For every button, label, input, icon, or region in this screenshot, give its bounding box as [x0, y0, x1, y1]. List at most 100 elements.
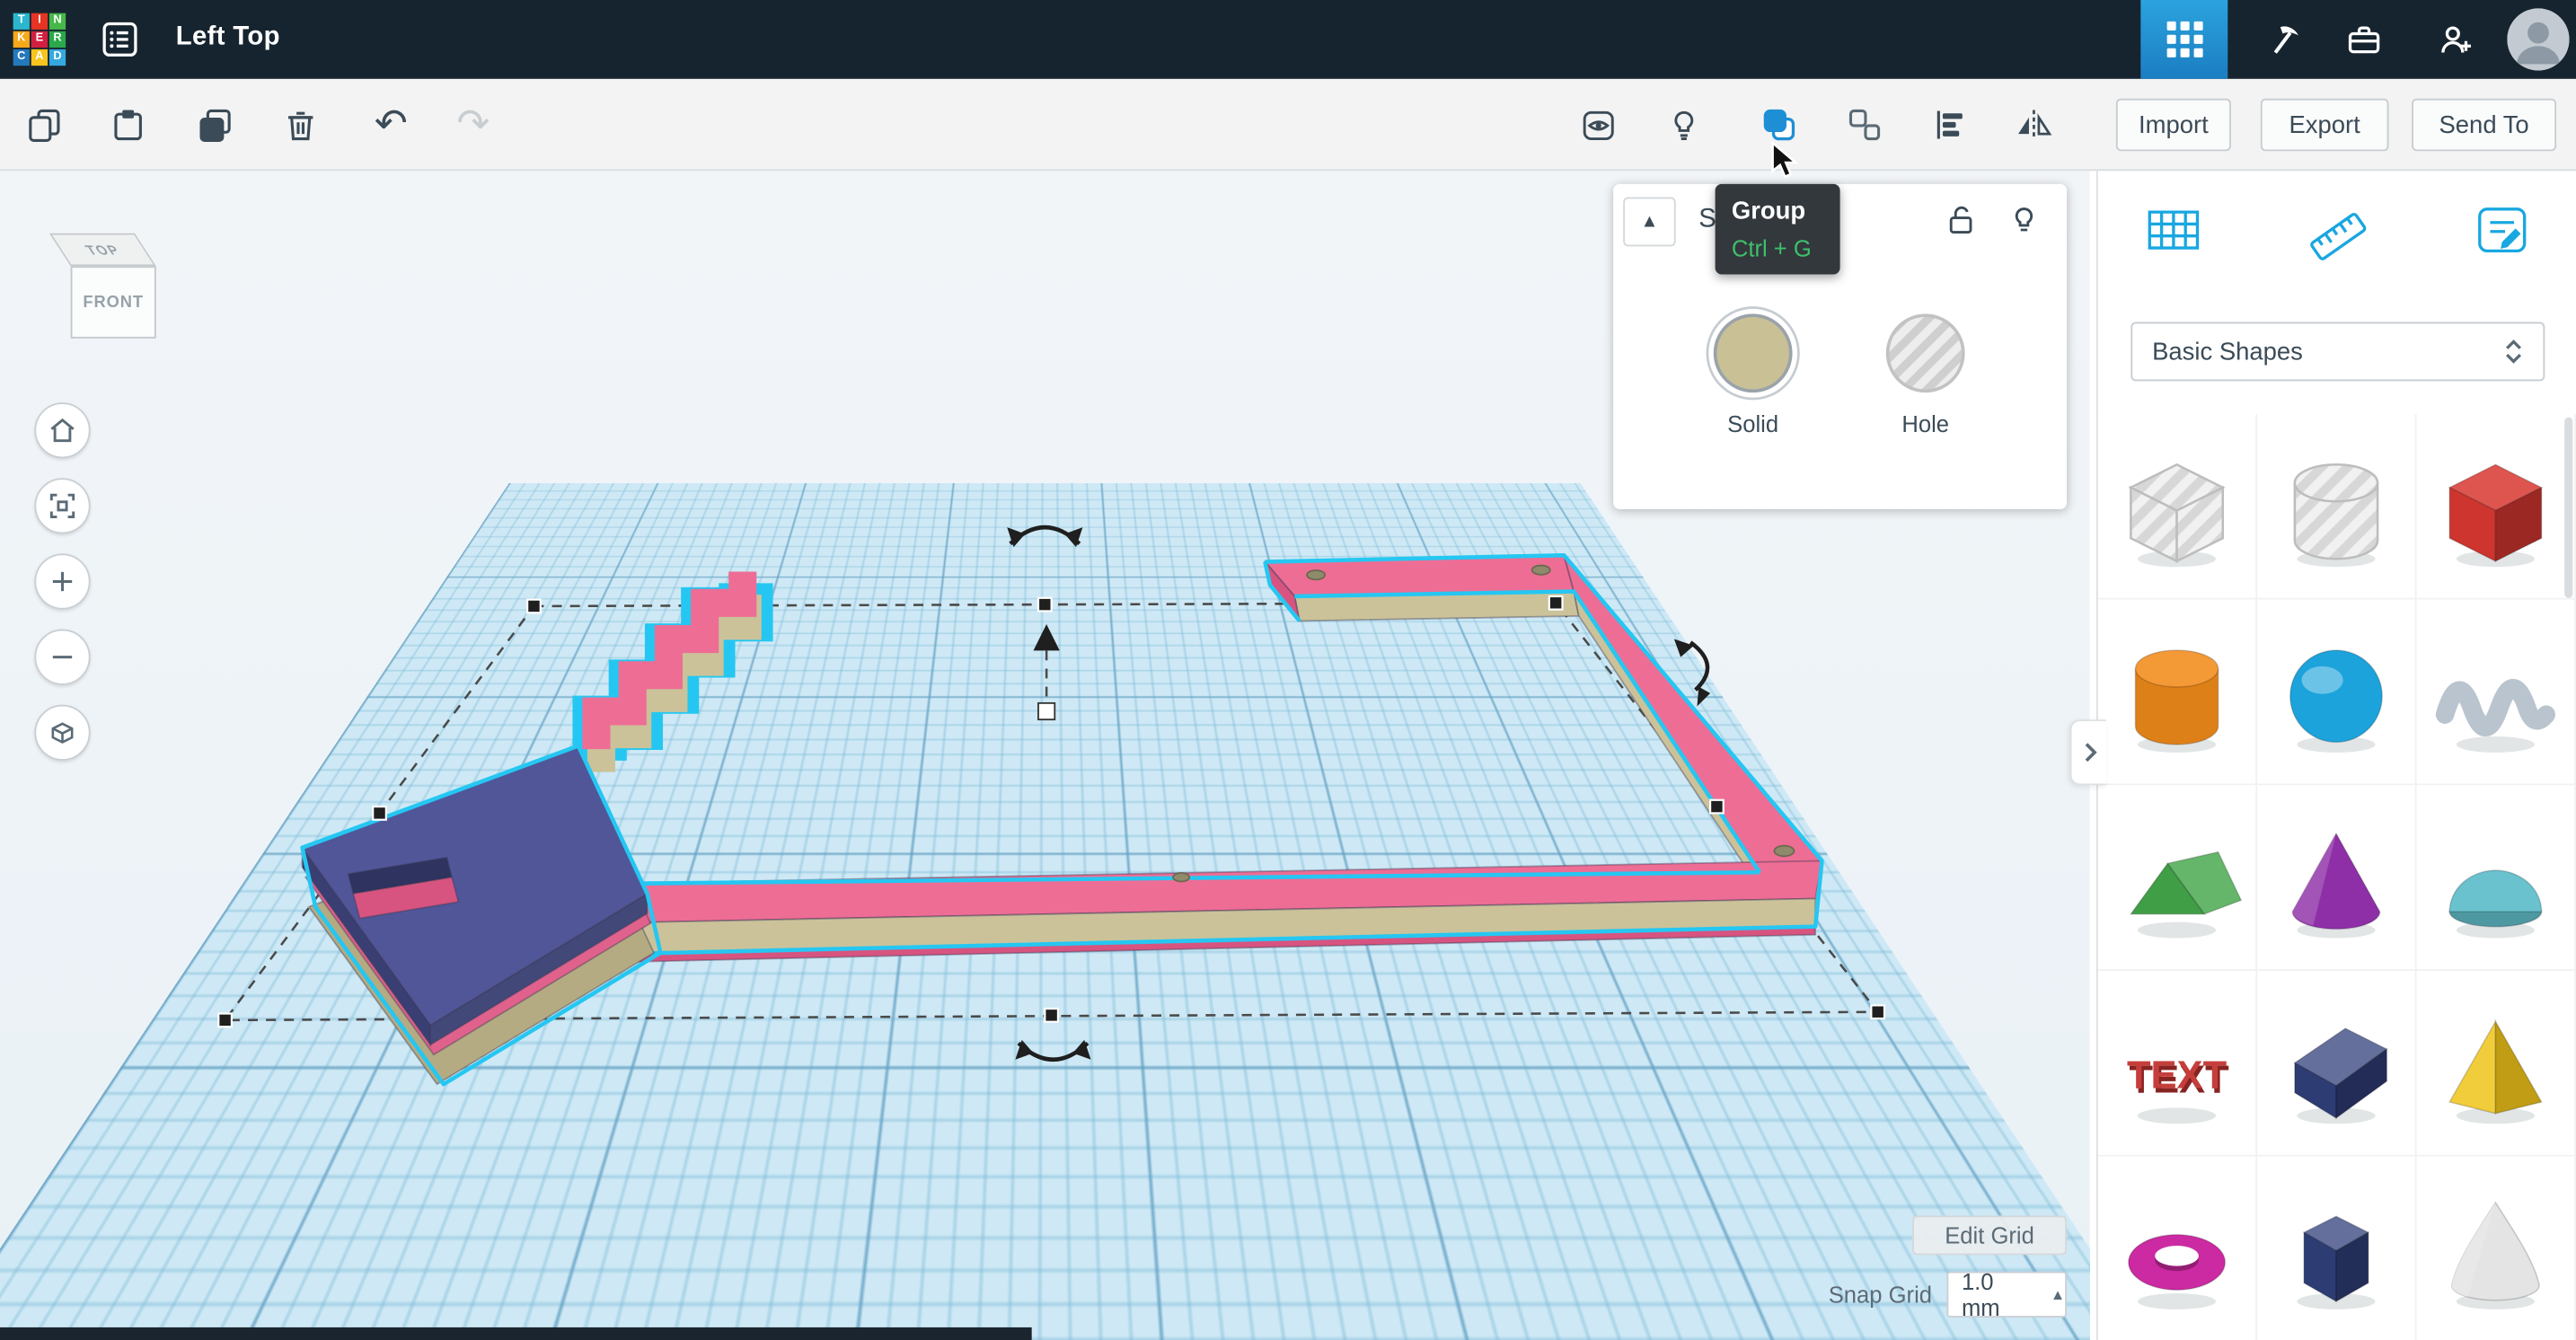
3d-model[interactable] — [303, 555, 1822, 1084]
shape-category-value: Basic Shapes — [2152, 338, 2303, 366]
shape-cylinder-hole[interactable] — [2257, 414, 2416, 600]
mirror-button[interactable] — [2001, 92, 2067, 157]
inspector-collapse-button[interactable]: ▲ — [1623, 197, 1676, 246]
collapse-panel-button[interactable] — [2070, 719, 2106, 785]
shape-wedge[interactable] — [2257, 971, 2416, 1157]
export-button[interactable]: Export — [2261, 99, 2389, 152]
design-properties-icon — [101, 20, 140, 59]
show-all-button[interactable] — [1651, 92, 1716, 157]
polygon-icon — [2267, 1179, 2405, 1318]
logo-letter: C — [13, 49, 30, 66]
view-cube-top-face[interactable]: TOP — [49, 234, 156, 267]
tinkercad-logo[interactable]: TINKERCAD — [13, 13, 66, 66]
work-button[interactable] — [2342, 20, 2386, 63]
logo-letter: K — [13, 31, 30, 48]
torus-icon — [2108, 1179, 2246, 1318]
solid-swatch[interactable] — [1714, 313, 1793, 392]
view-cube[interactable]: TOP FRONT — [54, 214, 182, 352]
shape-torus[interactable] — [2098, 1157, 2257, 1340]
paste-button[interactable] — [95, 92, 161, 157]
shape-polygon[interactable] — [2257, 1157, 2416, 1340]
sphere-icon — [2267, 622, 2405, 761]
logo-letter: N — [49, 13, 66, 30]
shape-half-sphere[interactable] — [2417, 785, 2576, 971]
home-view-button[interactable] — [34, 402, 90, 458]
paraboloid-icon — [2427, 1179, 2565, 1318]
ruler-tool-button[interactable] — [2298, 190, 2378, 269]
tinker-pickaxe-button[interactable] — [2263, 20, 2307, 63]
logo-letter: I — [31, 13, 48, 30]
hide-selected-button[interactable] — [1566, 92, 1631, 157]
redo-button[interactable]: ↷ — [440, 92, 506, 157]
shape-cone[interactable] — [2257, 785, 2416, 971]
shape-category-dropdown[interactable]: Basic Shapes — [2130, 322, 2545, 382]
snap-grid-value: 1.0 mm — [1962, 1268, 2037, 1321]
invite-button[interactable] — [2435, 20, 2478, 63]
zoom-in-icon — [46, 565, 79, 598]
view-cube-front-face[interactable]: FRONT — [71, 266, 156, 338]
eye-badge-icon — [1579, 105, 1619, 145]
redo-icon: ↷ — [440, 92, 506, 157]
design-properties-button[interactable] — [99, 20, 142, 63]
roof-icon — [2108, 808, 2246, 947]
shape-sphere[interactable] — [2257, 600, 2416, 786]
tinkercad-app: TINKERCAD Left Top — [0, 0, 2576, 1340]
copy-button[interactable] — [12, 92, 77, 157]
svg-text:TEXT: TEXT — [2127, 1054, 2228, 1098]
workplane-tool-button[interactable] — [2134, 190, 2213, 269]
cone-icon — [2267, 808, 2405, 947]
snap-grid-dropdown[interactable]: 1.0 mm ▲ — [1946, 1272, 2067, 1318]
send-to-button[interactable]: Send To — [2412, 99, 2556, 152]
notes-icon — [2469, 197, 2535, 262]
undo-button[interactable]: ↶ — [358, 92, 424, 157]
box-hole-icon — [2108, 437, 2246, 576]
duplicate-button[interactable] — [182, 92, 248, 157]
trash-icon — [281, 105, 321, 145]
shape-scribble[interactable] — [2417, 600, 2576, 786]
tooltip-shortcut: Ctrl + G — [1732, 235, 1823, 261]
hole-swatch[interactable] — [1886, 313, 1965, 392]
logo-letter: D — [49, 49, 66, 66]
visibility-bulb-button[interactable] — [2005, 202, 2044, 242]
group-icon — [1760, 105, 1799, 145]
model-purple-piece — [303, 745, 661, 1084]
logo-letter: R — [49, 31, 66, 48]
align-icon — [1930, 105, 1970, 145]
shape-box[interactable] — [2417, 414, 2576, 600]
shape-grid: TEXTTEXT — [2098, 414, 2576, 1340]
shape-box-hole[interactable] — [2098, 414, 2257, 600]
perspective-toggle-button[interactable] — [34, 705, 90, 761]
logo-letter: T — [13, 13, 30, 30]
lightbulb-icon — [2006, 202, 2042, 238]
dashboard-grid-button[interactable] — [2140, 0, 2228, 79]
avatar[interactable] — [2507, 8, 2570, 71]
ungroup-button[interactable] — [1831, 92, 1897, 157]
align-button[interactable] — [1918, 92, 1983, 157]
person-plus-icon — [2437, 20, 2476, 59]
notes-tool-button[interactable] — [2463, 190, 2542, 269]
shape-text[interactable]: TEXTTEXT — [2098, 971, 2257, 1157]
shapes-panel: Basic Shapes TEXTTEXT — [2096, 171, 2576, 1340]
import-button[interactable]: Import — [2116, 99, 2231, 152]
zoom-out-icon — [46, 640, 79, 674]
zoom-in-button[interactable] — [34, 553, 90, 609]
tooltip-title: Group — [1732, 197, 1823, 225]
copy-icon — [24, 105, 64, 145]
half-sphere-icon — [2427, 808, 2565, 947]
mirror-icon — [2014, 105, 2053, 145]
duplicate-icon — [196, 105, 235, 145]
home-icon — [46, 414, 79, 447]
chevron-right-icon — [2081, 741, 2097, 764]
delete-button[interactable] — [268, 92, 333, 157]
fit-view-button[interactable] — [34, 478, 90, 533]
zoom-out-button[interactable] — [34, 630, 90, 685]
solid-label: Solid — [1704, 410, 1803, 436]
shape-roof[interactable] — [2098, 785, 2257, 971]
lock-button[interactable] — [1942, 202, 1981, 242]
edit-grid-button[interactable]: Edit Grid — [1912, 1216, 2067, 1256]
shape-pyramid[interactable] — [2417, 971, 2576, 1157]
scrollbar[interactable] — [2564, 418, 2572, 598]
shape-cylinder[interactable] — [2098, 600, 2257, 786]
shape-paraboloid[interactable] — [2417, 1157, 2576, 1340]
height-square-handle — [1038, 703, 1054, 719]
